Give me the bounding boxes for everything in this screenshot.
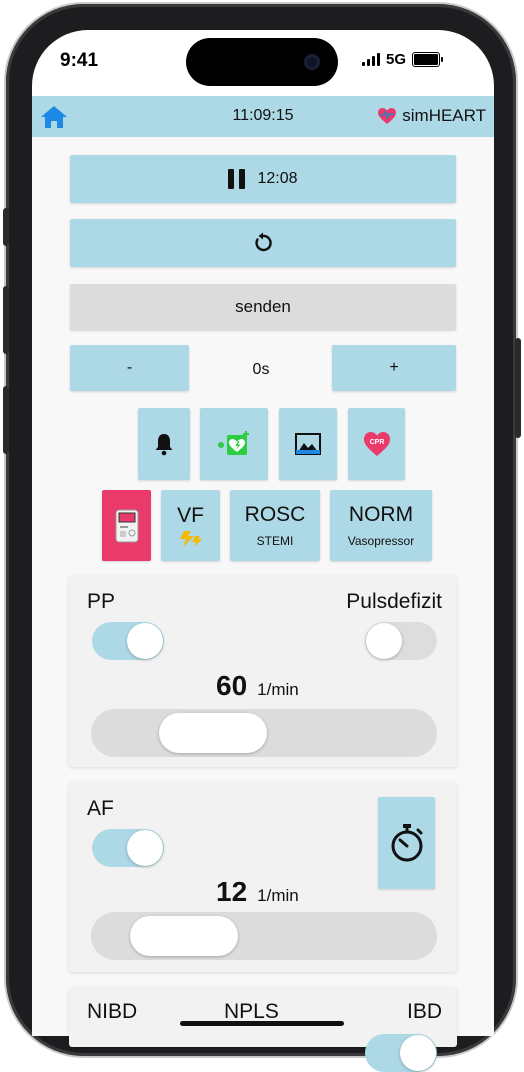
status-time: 9:41 — [60, 50, 99, 71]
pulse-value: 60 — [216, 670, 248, 701]
timer-label: 12:08 — [257, 170, 298, 187]
defibrillator-button[interactable] — [200, 408, 268, 480]
minus-label: - — [126, 359, 133, 376]
image-button[interactable] — [279, 408, 337, 480]
volume-down-button — [3, 386, 9, 454]
ibd-toggle[interactable] — [365, 1034, 437, 1072]
pause-timer-button[interactable]: 12:08 — [70, 155, 456, 203]
rosc-label: ROSC — [244, 503, 306, 526]
vf-label: VF — [177, 503, 204, 527]
decrement-button[interactable]: - — [70, 345, 189, 391]
pager-button[interactable] — [102, 490, 151, 561]
image-icon — [295, 433, 321, 455]
content-area: 12:08 senden - + CPR VF ROSC STEMI NORM … — [32, 137, 494, 1072]
breathing-slider-thumb[interactable] — [129, 916, 238, 956]
breathing-unit: 1/min — [257, 886, 299, 905]
pulse-readout: 60 1/min — [216, 670, 299, 702]
brand-name: simHEART — [402, 106, 486, 125]
send-label: senden — [235, 297, 291, 316]
reset-icon — [255, 232, 272, 252]
pp-label: PP — [87, 590, 116, 613]
pp-toggle[interactable] — [92, 622, 164, 660]
cpr-button[interactable]: CPR — [348, 408, 405, 480]
dynamic-island — [186, 38, 338, 86]
pulse-unit: 1/min — [257, 680, 299, 699]
pulsdefizit-label: Pulsdefizit — [346, 590, 442, 613]
stopwatch-icon — [391, 824, 422, 862]
power-button — [515, 338, 521, 438]
plus-label: + — [389, 359, 399, 376]
breathing-panel: AF 12 1/min — [69, 782, 457, 972]
vf-button[interactable]: VF — [161, 490, 220, 561]
norm-button[interactable]: NORM Vasopressor — [330, 490, 432, 561]
af-toggle[interactable] — [92, 829, 164, 867]
pause-icon — [228, 169, 246, 189]
stopwatch-button[interactable] — [378, 797, 435, 889]
status-indicators: 5G — [362, 51, 444, 68]
send-button[interactable]: senden — [70, 284, 456, 330]
breathing-value: 12 — [216, 876, 248, 907]
pulse-panel: PP Pulsdefizit 60 1/min — [69, 575, 457, 767]
stemi-label: STEMI — [256, 534, 294, 548]
signal-icon — [362, 53, 380, 66]
blood-pressure-panel: NIBD NPLS IBD — [69, 987, 457, 1072]
lightning-icon — [179, 530, 202, 547]
time-offset-value: 0s — [252, 361, 270, 378]
app-header: 11:09:15 simHEART — [32, 96, 494, 137]
norm-label: NORM — [348, 503, 414, 526]
cpr-text: CPR — [369, 439, 384, 446]
home-indicator — [180, 1021, 344, 1026]
pulsdefizit-toggle[interactable] — [365, 622, 437, 660]
pulse-slider-thumb[interactable] — [159, 713, 268, 753]
network-type: 5G — [386, 51, 407, 68]
defibrillator-icon — [218, 431, 249, 455]
cpr-heart-icon: CPR — [363, 432, 390, 456]
brand: simHEART — [377, 106, 486, 126]
silent-switch — [3, 208, 9, 246]
pager-icon — [115, 509, 138, 542]
breathing-readout: 12 1/min — [216, 876, 299, 908]
camera-icon — [304, 54, 320, 70]
vasopressor-label: Vasopressor — [347, 534, 415, 548]
nibd-label: NIBD — [87, 1000, 138, 1023]
af-label: AF — [87, 797, 114, 820]
rosc-button[interactable]: ROSC STEMI — [230, 490, 320, 561]
breathing-slider[interactable] — [91, 912, 437, 960]
ibd-label: IBD — [406, 1000, 442, 1023]
alarm-button[interactable] — [138, 408, 190, 480]
pulse-slider[interactable] — [91, 709, 437, 757]
volume-up-button — [3, 286, 9, 354]
battery-icon — [412, 52, 444, 67]
bell-icon — [155, 434, 173, 456]
increment-button[interactable]: + — [332, 345, 456, 391]
reset-button[interactable] — [70, 219, 456, 267]
heart-logo-icon — [378, 108, 397, 124]
